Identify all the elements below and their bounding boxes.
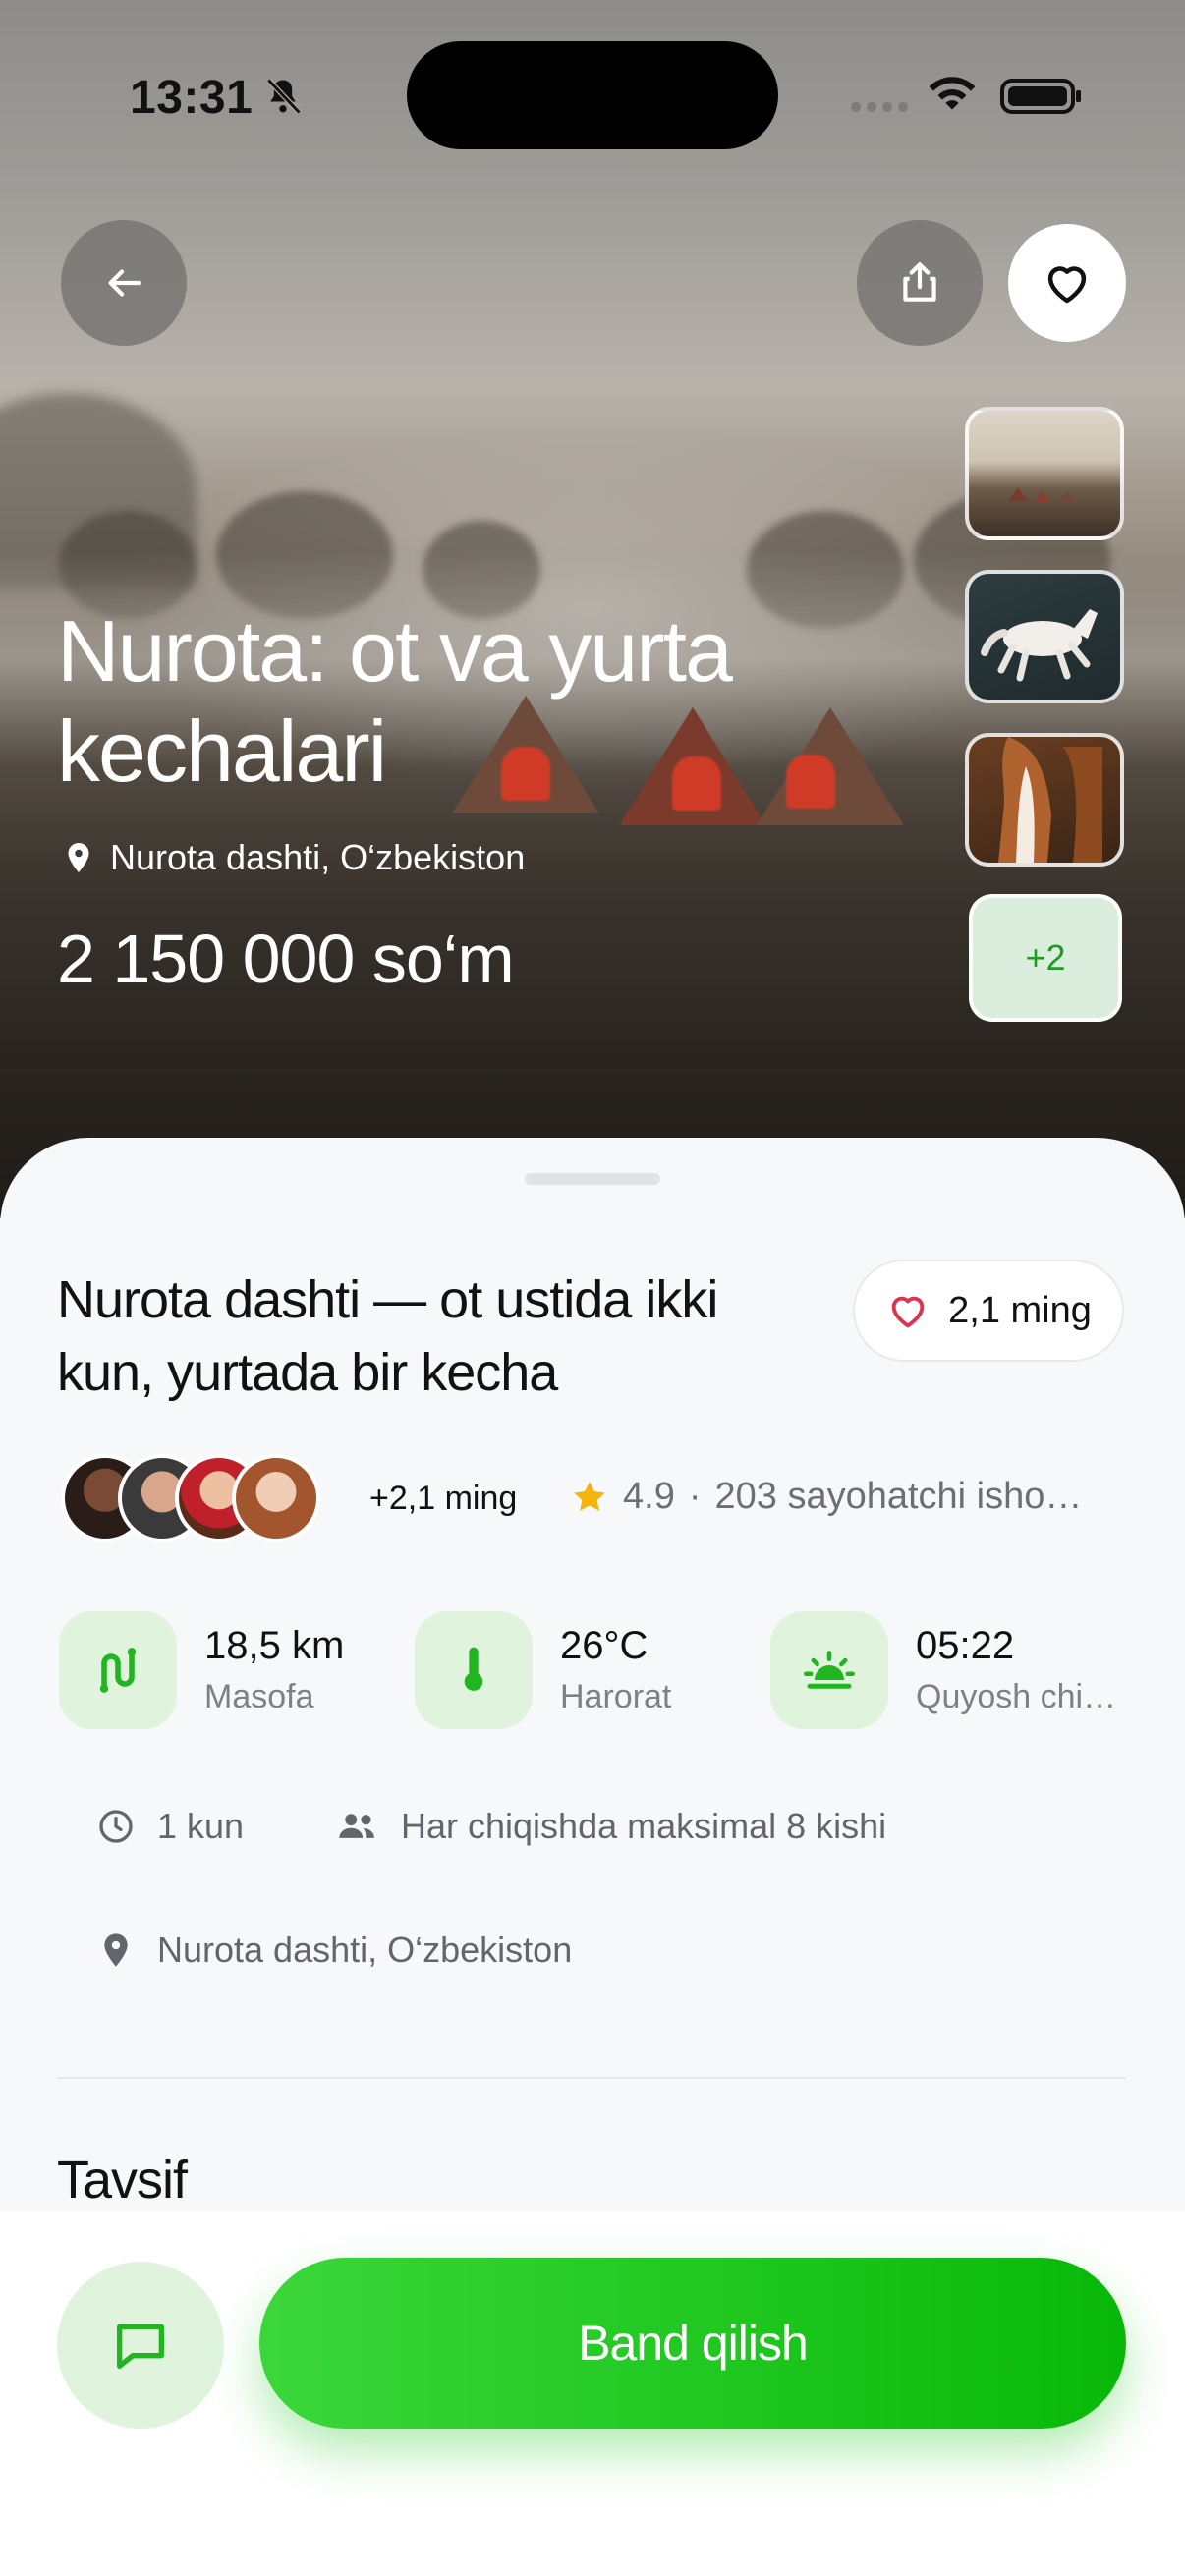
chat-button[interactable] bbox=[57, 2262, 224, 2429]
rating-value: 4.9 bbox=[623, 1476, 675, 1517]
more-photos-count: +2 bbox=[1025, 937, 1066, 978]
group-size-text: Har chiqishda maksimal 8 kishi bbox=[401, 1806, 887, 1846]
favorite-button[interactable] bbox=[1008, 224, 1126, 342]
sunrise-icon bbox=[804, 1651, 855, 1689]
camp-thumbnail-image bbox=[1008, 487, 1077, 503]
status-time: 13:31 bbox=[130, 72, 254, 124]
stat-label: Masofa bbox=[204, 1678, 314, 1715]
more-photos-button[interactable]: +2 bbox=[969, 894, 1122, 1022]
stat-label: Harorat bbox=[560, 1678, 672, 1715]
photo-thumbnail-horse-face[interactable] bbox=[965, 733, 1124, 867]
chat-icon bbox=[117, 2324, 164, 2369]
horse-face-image bbox=[998, 737, 1102, 863]
likes-count: 2,1 ming bbox=[948, 1289, 1092, 1331]
stat-sunrise: 05:22 Quyosh chi… bbox=[770, 1611, 1116, 1729]
divider bbox=[57, 2077, 1126, 2079]
avatar bbox=[232, 1454, 320, 1542]
back-button[interactable] bbox=[61, 220, 187, 346]
arrow-left-icon bbox=[108, 269, 141, 297]
participants-more-count: +2,1 ming bbox=[369, 1480, 518, 1517]
reviews-count: 203 sayohatchi isho… bbox=[714, 1476, 1083, 1517]
white-horse-image bbox=[981, 609, 1098, 682]
likes-button[interactable]: 2,1 ming bbox=[853, 1260, 1124, 1362]
hero-image: 13:31 +2 Nurota: ot va yurta kechalari N… bbox=[0, 0, 1185, 1218]
stat-value: 18,5 km bbox=[204, 1624, 345, 1667]
hero-title: Nurota: ot va yurta kechalari bbox=[57, 602, 733, 800]
photo-thumbnail-camp[interactable] bbox=[965, 407, 1124, 540]
sheet-handle[interactable] bbox=[525, 1173, 660, 1185]
battery-icon bbox=[1000, 79, 1081, 114]
signal-icon bbox=[851, 102, 908, 112]
duration-info: 1 kun bbox=[96, 1806, 244, 1847]
star-icon bbox=[574, 1481, 605, 1511]
stat-distance: 18,5 km Masofa bbox=[59, 1611, 344, 1729]
people-icon bbox=[339, 1814, 374, 1838]
stat-value: 26°C bbox=[560, 1624, 649, 1667]
share-icon bbox=[903, 262, 936, 302]
wifi-icon bbox=[929, 77, 976, 110]
tour-title: Nurota dashti — ot ustida ikki kun, yurt… bbox=[57, 1270, 718, 1402]
description-heading: Tavsif bbox=[57, 2151, 188, 2210]
stat-value: 05:22 bbox=[916, 1624, 1015, 1667]
heart-outline-icon bbox=[1047, 266, 1087, 304]
book-button[interactable]: Band qilish bbox=[259, 2258, 1126, 2429]
dynamic-island bbox=[407, 41, 778, 149]
stat-temperature: 26°C Harorat bbox=[415, 1611, 671, 1729]
hero-location-text: Nurota dashti, O‘zbekiston bbox=[110, 837, 526, 877]
rating-separator: · bbox=[688, 1476, 702, 1517]
route-icon bbox=[99, 1648, 137, 1693]
thermometer-icon bbox=[464, 1647, 483, 1691]
location-info: Nurota dashti, O‘zbekiston bbox=[96, 1930, 572, 1971]
rating-summary[interactable]: 4.9 · 203 sayohatchi isho… bbox=[570, 1476, 1082, 1518]
stat-label: Quyosh chi… bbox=[916, 1678, 1117, 1715]
duration-text: 1 kun bbox=[157, 1806, 245, 1846]
group-size-info: Har chiqishda maksimal 8 kishi bbox=[336, 1806, 886, 1847]
photo-thumbnail-horse[interactable] bbox=[965, 570, 1124, 703]
hero-price: 2 150 000 so‘m bbox=[57, 921, 515, 997]
share-button[interactable] bbox=[857, 220, 983, 346]
silent-bell-icon bbox=[266, 78, 302, 115]
clock-icon bbox=[99, 1810, 133, 1843]
location-pin-icon bbox=[104, 1933, 128, 1967]
status-bar: 13:31 bbox=[0, 0, 1185, 196]
location-pin-icon bbox=[68, 843, 89, 872]
heart-outline-icon bbox=[891, 1296, 925, 1328]
location-text: Nurota dashti, O‘zbekiston bbox=[157, 1930, 573, 1970]
hero-location: Nurota dashti, O‘zbekiston bbox=[61, 837, 525, 878]
